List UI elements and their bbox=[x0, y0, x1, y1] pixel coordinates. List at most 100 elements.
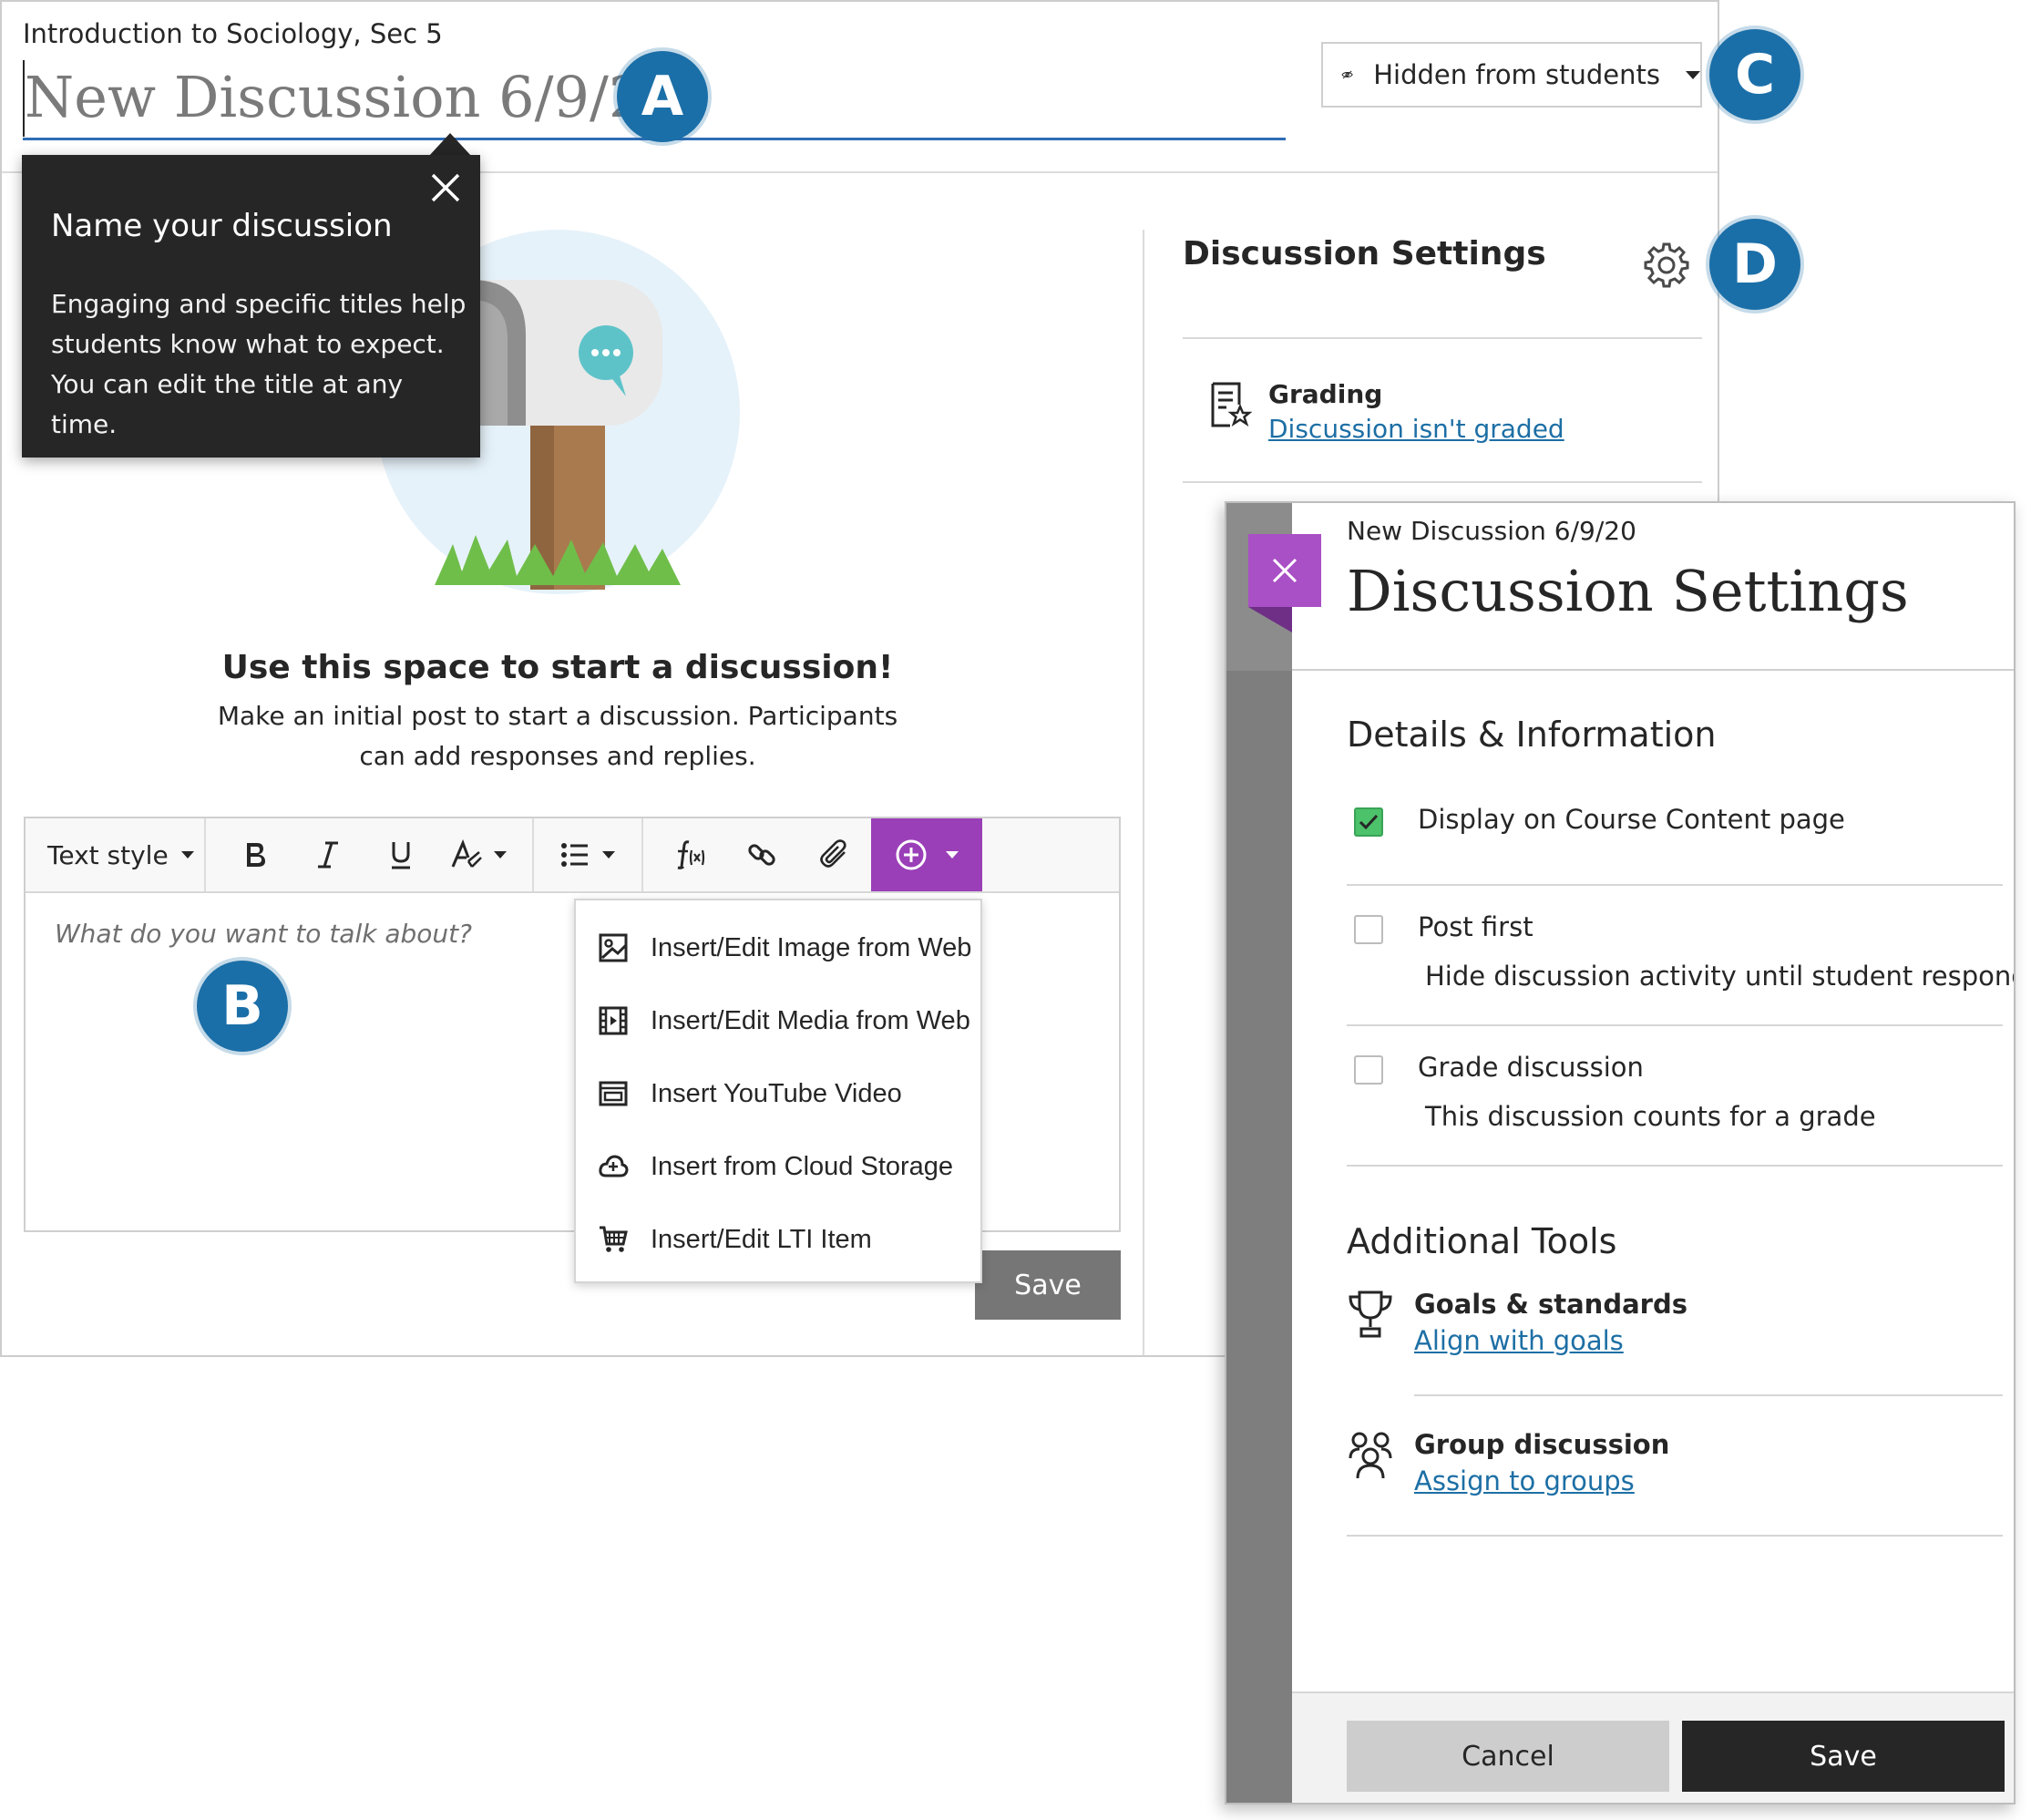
option-label: Post first bbox=[1418, 911, 1534, 942]
insert-group bbox=[643, 818, 982, 891]
align-with-goals-link[interactable]: Align with goals bbox=[1414, 1325, 1624, 1356]
title-placeholder: New Discussion 6/9/20 bbox=[25, 64, 681, 130]
divider bbox=[1292, 669, 2014, 671]
attachment-icon bbox=[820, 839, 846, 868]
option-grade-discussion: Grade discussion This discussion counts … bbox=[1347, 1052, 2003, 1137]
attachment-button[interactable] bbox=[798, 818, 871, 891]
chevron-down-icon bbox=[180, 851, 194, 859]
underline-icon bbox=[392, 842, 410, 869]
text-style-dropdown[interactable]: Text style bbox=[26, 818, 204, 891]
menu-item-insert-lti[interactable]: Insert/Edit LTI Item bbox=[576, 1203, 980, 1276]
callout-badge-c: C bbox=[1709, 29, 1800, 120]
chevron-down-icon bbox=[602, 851, 615, 859]
menu-item-insert-media[interactable]: Insert/Edit Media from Web bbox=[576, 984, 980, 1057]
menu-item-insert-image[interactable]: Insert/Edit Image from Web bbox=[576, 911, 980, 984]
formatting-group bbox=[206, 818, 534, 891]
option-label: Display on Course Content page bbox=[1418, 804, 1845, 835]
underline-button[interactable] bbox=[364, 818, 437, 891]
gear-icon[interactable] bbox=[1642, 241, 1691, 290]
editor-placeholder: What do you want to talk about? bbox=[55, 919, 472, 949]
option-display-on-content: Display on Course Content page bbox=[1347, 804, 2003, 862]
save-button[interactable]: Save bbox=[975, 1250, 1121, 1320]
italic-button[interactable] bbox=[292, 818, 364, 891]
group-discussion-label: Group discussion bbox=[1414, 1429, 1670, 1460]
eye-hidden-icon bbox=[1341, 70, 1353, 79]
image-icon bbox=[599, 933, 628, 962]
insert-content-button[interactable] bbox=[871, 818, 982, 891]
text-style-label: Text style bbox=[47, 839, 169, 870]
course-name: Introduction to Sociology, Sec 5 bbox=[23, 18, 443, 49]
tooltip-arrow bbox=[428, 133, 472, 157]
close-icon bbox=[1272, 558, 1298, 583]
option-post-first: Post first Hide discussion activity unti… bbox=[1347, 911, 2014, 997]
post-first-checkbox[interactable] bbox=[1354, 915, 1383, 944]
math-formula-icon bbox=[677, 840, 705, 869]
text-style-group: Text style bbox=[26, 818, 206, 891]
bold-icon bbox=[247, 843, 265, 867]
assign-to-groups-link[interactable]: Assign to groups bbox=[1414, 1465, 1635, 1496]
empty-state-heading: Use this space to start a discussion! bbox=[221, 649, 894, 686]
divider bbox=[1347, 1024, 2003, 1026]
panel-title: Discussion Settings bbox=[1347, 558, 1909, 624]
list-group bbox=[534, 818, 643, 891]
list-icon bbox=[561, 843, 588, 867]
link-button[interactable] bbox=[725, 818, 798, 891]
callout-badge-a: A bbox=[617, 51, 708, 142]
grading-label: Grading bbox=[1268, 379, 1383, 409]
divider bbox=[1347, 884, 2003, 886]
bold-button[interactable] bbox=[219, 818, 292, 891]
visibility-label: Hidden from students bbox=[1373, 59, 1660, 90]
media-icon bbox=[599, 1006, 628, 1035]
text-format-button[interactable] bbox=[437, 818, 519, 891]
menu-item-insert-youtube[interactable]: Insert YouTube Video bbox=[576, 1057, 980, 1130]
insert-content-menu: Insert/Edit Image from Web Insert/Edit M… bbox=[574, 899, 982, 1283]
editor-toolbar: Text style bbox=[26, 818, 1119, 893]
additional-tools-title: Additional Tools bbox=[1347, 1221, 1617, 1261]
link-icon bbox=[748, 844, 775, 866]
divider bbox=[1183, 481, 1702, 483]
chevron-down-icon bbox=[494, 851, 507, 859]
panel-close-button[interactable] bbox=[1248, 534, 1321, 607]
close-button-fold bbox=[1248, 607, 1292, 632]
menu-item-insert-cloud[interactable]: Insert from Cloud Storage bbox=[576, 1130, 980, 1203]
close-icon[interactable] bbox=[427, 170, 464, 206]
discussion-settings-panel: New Discussion 6/9/20 Discussion Setting… bbox=[1225, 501, 2016, 1805]
youtube-icon bbox=[599, 1081, 628, 1106]
divider bbox=[1183, 337, 1702, 339]
list-button[interactable] bbox=[547, 818, 629, 891]
tooltip-body: Engaging and specific titles help studen… bbox=[51, 289, 467, 439]
save-button[interactable]: Save bbox=[1682, 1721, 2005, 1792]
cloud-storage-icon bbox=[599, 1155, 629, 1177]
option-description: Hide discussion activity until student r… bbox=[1425, 961, 2016, 992]
empty-state-body: Make an initial post to start a discussi… bbox=[217, 701, 898, 771]
chevron-down-icon bbox=[946, 851, 959, 859]
grade-discussion-checkbox[interactable] bbox=[1354, 1055, 1383, 1085]
panel-footer: Cancel Save bbox=[1292, 1691, 2014, 1803]
visibility-dropdown[interactable]: Hidden from students bbox=[1321, 42, 1702, 108]
details-section-title: Details & Information bbox=[1347, 715, 1717, 755]
italic-icon bbox=[318, 841, 338, 869]
option-description: This discussion counts for a grade bbox=[1425, 1101, 1876, 1132]
trophy-icon bbox=[1349, 1290, 1392, 1338]
lti-cart-icon bbox=[600, 1226, 628, 1252]
name-discussion-tooltip: Name your discussion Engaging and specif… bbox=[22, 155, 480, 458]
callout-badge-d: D bbox=[1709, 219, 1800, 310]
insert-content-icon bbox=[896, 839, 927, 870]
panel-side-strip bbox=[1226, 503, 1292, 1803]
grading-icon bbox=[1211, 382, 1252, 427]
math-formula-button[interactable] bbox=[652, 818, 725, 891]
chevron-down-icon bbox=[1686, 70, 1700, 79]
group-icon bbox=[1349, 1432, 1392, 1479]
grading-link[interactable]: Discussion isn't graded bbox=[1268, 414, 1564, 444]
callout-badge-b: B bbox=[197, 961, 288, 1052]
display-on-content-checkbox[interactable] bbox=[1354, 807, 1383, 837]
goals-standards-label: Goals & standards bbox=[1414, 1289, 1687, 1320]
column-divider bbox=[1143, 230, 1144, 1355]
divider bbox=[1414, 1394, 2003, 1396]
cancel-button[interactable]: Cancel bbox=[1347, 1721, 1669, 1792]
checkmark-icon bbox=[1359, 814, 1379, 830]
panel-content: New Discussion 6/9/20 Discussion Setting… bbox=[1292, 503, 2014, 1803]
divider bbox=[1347, 1165, 2003, 1167]
tooltip-title: Name your discussion bbox=[51, 208, 393, 244]
option-label: Grade discussion bbox=[1418, 1052, 1644, 1083]
